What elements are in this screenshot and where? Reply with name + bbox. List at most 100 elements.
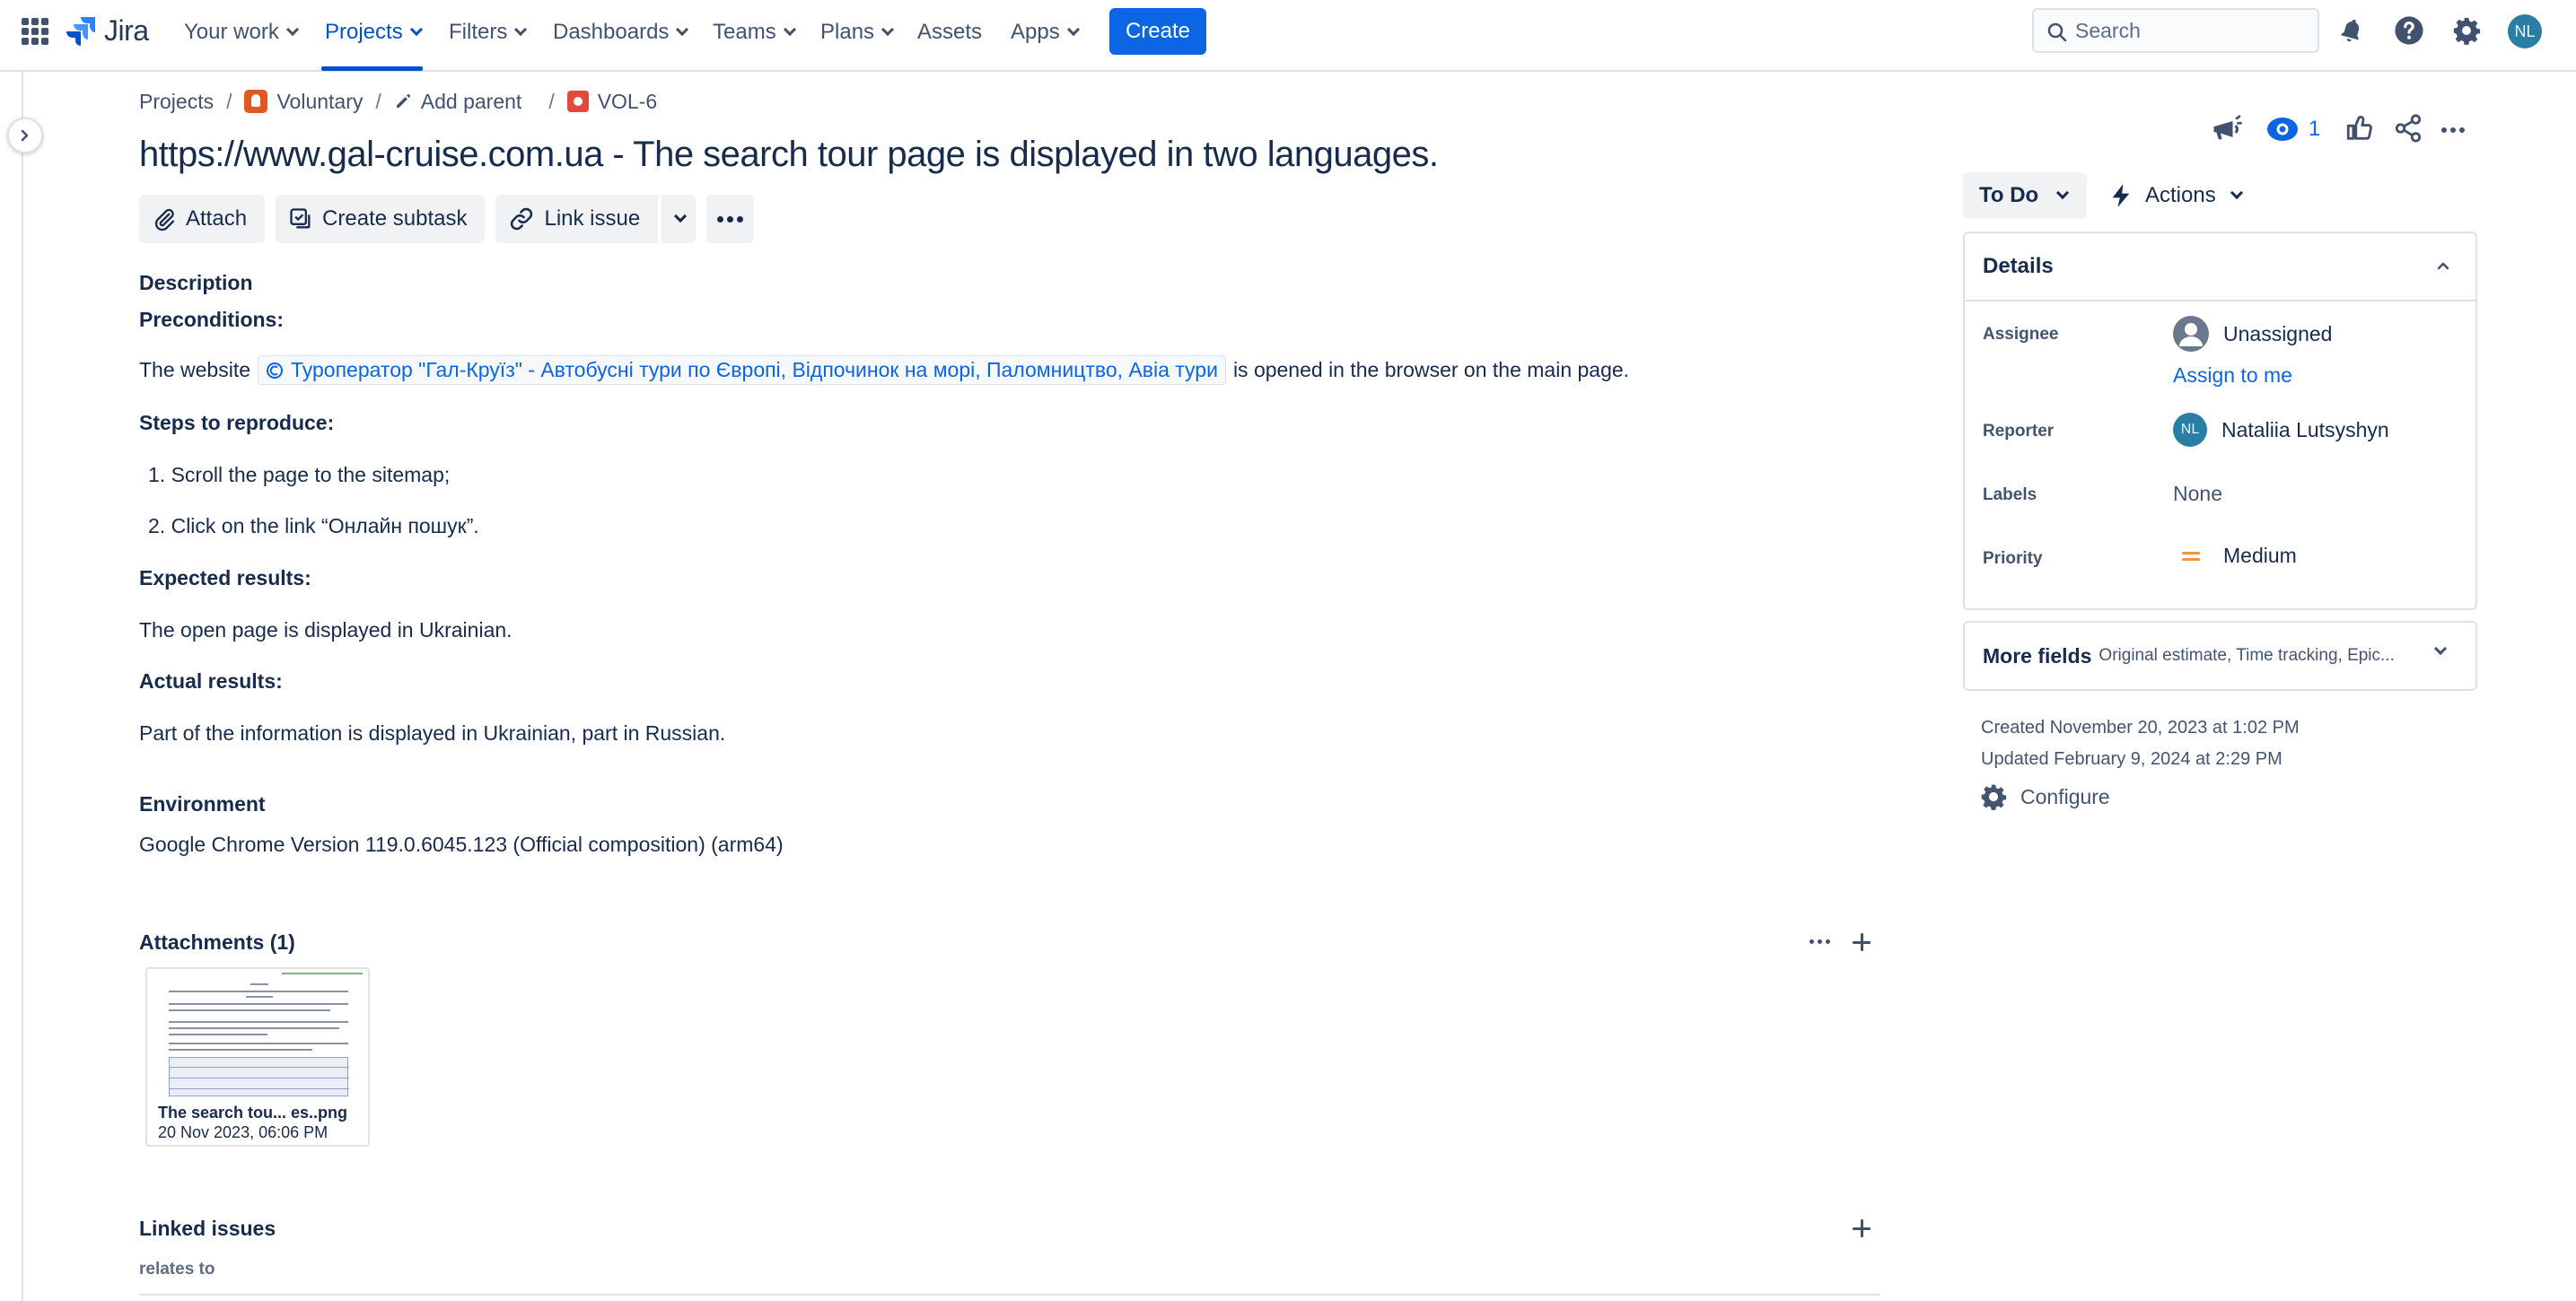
add-linked-issue-icon[interactable] bbox=[1851, 1218, 1872, 1239]
chevron-down-icon bbox=[674, 209, 688, 223]
nav-projects[interactable]: Projects bbox=[325, 18, 423, 47]
issue-key-label: VOL-6 bbox=[597, 89, 658, 113]
settings-gear-icon[interactable] bbox=[2449, 13, 2484, 48]
search-placeholder: Search bbox=[2075, 18, 2141, 42]
breadcrumb-separator: / bbox=[226, 89, 232, 113]
expand-sidebar-button[interactable] bbox=[7, 118, 43, 153]
website-smart-link[interactable]: Туроператор "Гал-Круїз" - Автобусні тури… bbox=[258, 355, 1226, 385]
share-icon[interactable] bbox=[2393, 113, 2423, 150]
app-switcher-icon[interactable] bbox=[22, 18, 48, 45]
breadcrumb-projects[interactable]: Projects bbox=[139, 90, 214, 114]
attachments-more-icon[interactable] bbox=[1809, 939, 1830, 944]
more-fields-section[interactable]: More fields Original estimate, Time trac… bbox=[1963, 621, 2477, 691]
notifications-icon[interactable] bbox=[2334, 13, 2370, 48]
create-subtask-button[interactable]: Create subtask bbox=[276, 195, 486, 243]
nav-assets[interactable]: Assets bbox=[917, 18, 982, 47]
attachment-card[interactable]: The search tou... es..png 20 Nov 2023, 0… bbox=[145, 967, 370, 1147]
project-avatar-icon bbox=[244, 90, 268, 113]
actual-label: Actual results: bbox=[139, 669, 283, 693]
assign-to-me-link[interactable]: Assign to me bbox=[2173, 363, 2292, 388]
more-fields-hint: Original estimate, Time tracking, Epic..… bbox=[2098, 646, 2395, 665]
nav-teams[interactable]: Teams bbox=[713, 18, 796, 47]
step-text: Click on the link “Онлайн пошук”. bbox=[171, 514, 479, 537]
breadcrumb-separator: / bbox=[548, 89, 555, 113]
reporter-value[interactable]: NL Nataliia Lutsyshyn bbox=[2173, 413, 2389, 447]
link-issue-dropdown-button[interactable] bbox=[660, 195, 697, 243]
nav-label: Apps bbox=[1011, 20, 1060, 44]
reporter-label: Reporter bbox=[1983, 422, 2055, 441]
steps-label: Steps to reproduce: bbox=[139, 411, 335, 434]
nav-dashboards[interactable]: Dashboards bbox=[553, 18, 689, 47]
nav-label: Filters bbox=[449, 20, 508, 44]
status-dropdown-button[interactable]: To Do bbox=[1963, 172, 2087, 219]
nav-filters[interactable]: Filters bbox=[449, 18, 528, 47]
actions-dropdown-button[interactable]: Actions bbox=[2109, 172, 2243, 219]
nav-your-work[interactable]: Your work bbox=[184, 18, 299, 47]
environment-value[interactable]: Google Chrome Version 119.0.6045.123 (Of… bbox=[139, 833, 784, 857]
breadcrumb-project-label: Voluntary bbox=[276, 89, 364, 113]
search-icon bbox=[2047, 22, 2067, 42]
create-button[interactable]: Create bbox=[1109, 8, 1206, 55]
configure-label: Configure bbox=[2020, 784, 2110, 808]
chevron-up-icon bbox=[2437, 262, 2449, 270]
chevron-down-icon bbox=[2230, 186, 2243, 200]
nav-apps[interactable]: Apps bbox=[1011, 18, 1080, 47]
breadcrumb-issue-key[interactable]: VOL-6 bbox=[566, 89, 658, 114]
chevron-down-icon bbox=[409, 22, 423, 37]
watchers-button[interactable]: 1 bbox=[2265, 115, 2320, 144]
breadcrumb-separator: / bbox=[375, 89, 381, 113]
more-actions-icon[interactable] bbox=[2441, 127, 2465, 133]
link-icon bbox=[511, 207, 533, 231]
nav-label: Dashboards bbox=[553, 20, 670, 44]
expected-label: Expected results: bbox=[139, 566, 311, 589]
description-heading: Description bbox=[139, 271, 253, 294]
chevron-down-icon bbox=[783, 22, 796, 37]
jira-logo[interactable]: Jira bbox=[66, 13, 149, 48]
details-header[interactable]: Details bbox=[1965, 233, 2475, 301]
configure-button[interactable]: Configure bbox=[1979, 782, 2110, 811]
unassigned-avatar-icon bbox=[2173, 316, 2209, 352]
eye-icon bbox=[2267, 118, 2298, 141]
assignee-label: Assignee bbox=[1983, 325, 2059, 344]
more-toolbar-button[interactable] bbox=[706, 195, 755, 243]
bug-issue-type-icon bbox=[566, 91, 589, 112]
priority-value[interactable]: Medium bbox=[2173, 544, 2297, 568]
created-timestamp: Created November 20, 2023 at 1:02 PM bbox=[1981, 718, 2300, 738]
step-text: Scroll the page to the sitemap; bbox=[171, 463, 451, 486]
feedback-megaphone-icon[interactable] bbox=[2210, 113, 2242, 152]
search-input[interactable]: Search bbox=[2032, 8, 2319, 53]
add-attachment-icon[interactable] bbox=[1851, 931, 1872, 953]
chevron-down-icon bbox=[676, 22, 689, 37]
attach-button[interactable]: Attach bbox=[139, 195, 266, 243]
assignee-value[interactable]: Unassigned bbox=[2173, 316, 2332, 352]
details-panel: Details Assignee Unassigned Assign to me… bbox=[1963, 231, 2477, 610]
website-suffix: is opened in the browser on the main pag… bbox=[1232, 358, 1630, 381]
pencil-icon bbox=[396, 94, 410, 108]
jira-logo-text: Jira bbox=[104, 13, 149, 47]
divider bbox=[139, 1294, 1880, 1296]
labels-value[interactable]: None bbox=[2173, 482, 2222, 506]
details-heading: Details bbox=[1983, 254, 2054, 278]
expected-text: The open page is displayed in Ukrainian. bbox=[139, 618, 513, 642]
paperclip-icon bbox=[154, 208, 175, 231]
nav-plans[interactable]: Plans bbox=[820, 18, 895, 47]
assignee-text: Unassigned bbox=[2223, 321, 2333, 345]
attachment-filename: The search tou... es..png bbox=[158, 1104, 348, 1122]
issue-title[interactable]: https://www.gal-cruise.com.ua - The sear… bbox=[139, 135, 1439, 175]
nav-label: Projects bbox=[325, 20, 403, 44]
add-parent-button[interactable]: Add parent bbox=[394, 90, 521, 114]
chevron-down-icon bbox=[2433, 642, 2448, 656]
help-icon[interactable] bbox=[2391, 13, 2427, 48]
actions-label: Actions bbox=[2145, 183, 2216, 207]
attach-label: Attach bbox=[186, 206, 248, 231]
nav-label: Plans bbox=[820, 20, 875, 44]
jira-logo-icon bbox=[66, 17, 95, 46]
vote-thumbs-up-icon[interactable] bbox=[2344, 113, 2375, 150]
environment-heading: Environment bbox=[139, 792, 266, 816]
more-fields-label: More fields bbox=[1983, 643, 2092, 668]
link-issue-button[interactable]: Link issue bbox=[495, 195, 659, 243]
breadcrumb: Projects / Voluntary / Add parent / VOL-… bbox=[139, 86, 657, 117]
website-link-text: Туроператор "Гал-Круїз" - Автобусні тури… bbox=[291, 358, 1218, 381]
breadcrumb-project[interactable]: Voluntary bbox=[244, 90, 363, 114]
user-avatar[interactable]: NL bbox=[2508, 14, 2542, 48]
